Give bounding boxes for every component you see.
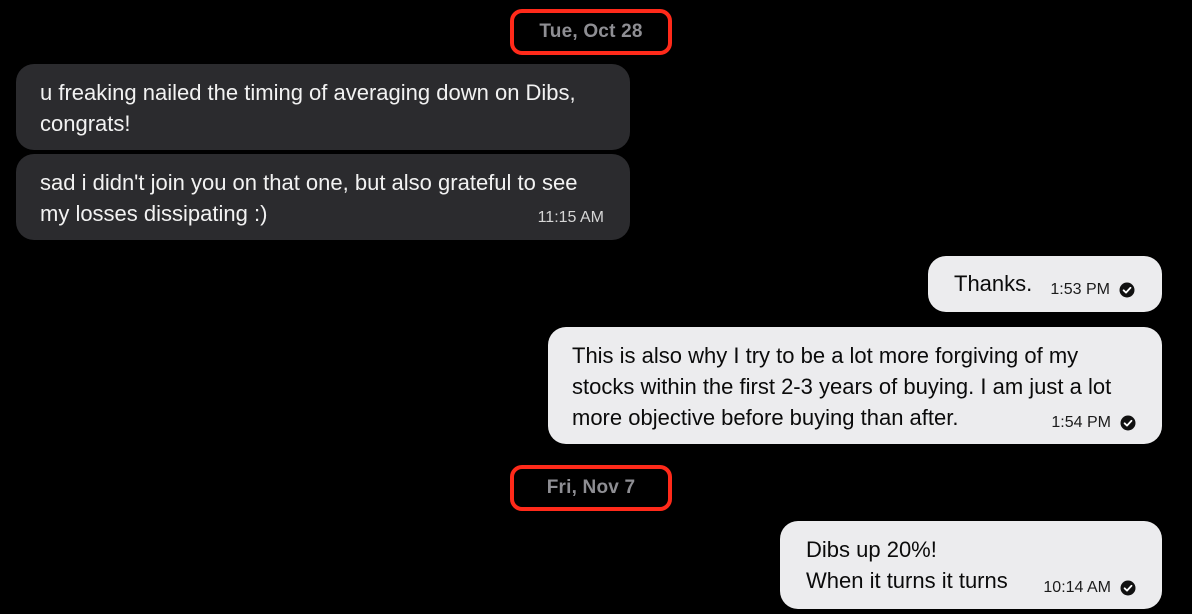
message-timestamp: 11:15 AM xyxy=(537,209,604,226)
date-separator: Fri, Nov 7 xyxy=(510,465,672,511)
message-line: Dibs up 20%! xyxy=(806,537,937,562)
date-separator: Tue, Oct 28 xyxy=(510,9,672,55)
message-timestamp: 10:14 AM xyxy=(1043,579,1111,596)
message-text: u freaking nailed the timing of averagin… xyxy=(40,80,576,136)
message-text: This is also why I try to be a lot more … xyxy=(572,343,1112,430)
incoming-message-bubble[interactable]: u freaking nailed the timing of averagin… xyxy=(16,64,630,150)
date-label: Tue, Oct 28 xyxy=(539,21,643,42)
message-timestamp: 1:53 PM xyxy=(1050,281,1110,298)
message-meta: 10:14 AM xyxy=(1043,580,1136,596)
outgoing-message-bubble[interactable]: This is also why I try to be a lot more … xyxy=(548,327,1162,444)
message-meta: 1:54 PM xyxy=(1051,415,1136,431)
incoming-message-bubble[interactable]: sad i didn't join you on that one, but a… xyxy=(16,154,630,240)
read-check-icon xyxy=(1120,415,1136,431)
date-label: Fri, Nov 7 xyxy=(546,477,636,498)
message-text: sad i didn't join you on that one, but a… xyxy=(40,170,578,226)
message-text: Thanks. xyxy=(954,271,1033,296)
read-check-icon xyxy=(1120,580,1136,596)
message-timestamp: 1:54 PM xyxy=(1051,414,1111,431)
outgoing-message-bubble[interactable]: Dibs up 20%! When it turns it turns 10:1… xyxy=(780,521,1162,609)
message-meta: 1:53 PM xyxy=(1050,282,1135,298)
outgoing-message-bubble[interactable]: Thanks. 1:53 PM xyxy=(928,256,1162,312)
message-meta: 11:15 AM xyxy=(538,210,604,226)
read-check-icon xyxy=(1119,282,1135,298)
